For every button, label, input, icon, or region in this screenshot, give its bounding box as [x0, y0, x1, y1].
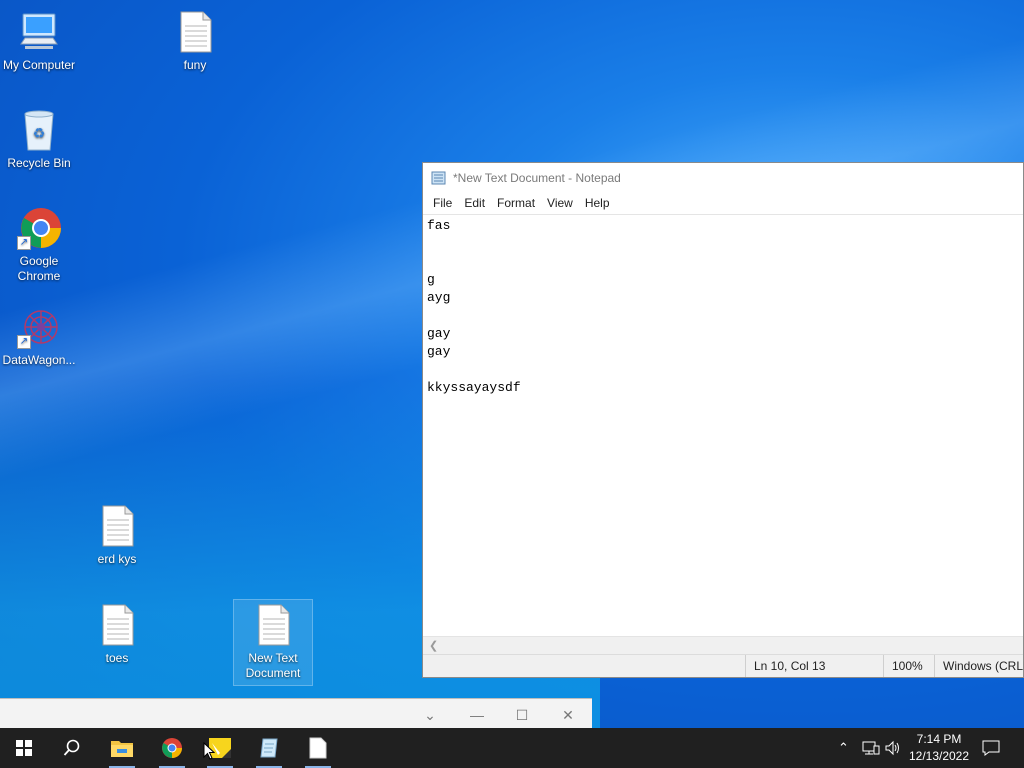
text-file-icon	[309, 737, 327, 759]
menu-file[interactable]: File	[427, 196, 458, 210]
desktop-icon-new-text-document[interactable]: New Text Document	[233, 599, 313, 686]
desktop-icon-toes[interactable]: toes	[78, 603, 156, 666]
menu-edit[interactable]: Edit	[458, 196, 491, 210]
minimize-icon[interactable]: —	[465, 706, 489, 724]
notepad-menu-bar: File Edit Format View Help	[423, 192, 1023, 214]
action-center-button[interactable]	[982, 728, 1000, 768]
desktop-icon-label: New Text Document	[245, 651, 301, 680]
desktop-icon-label: Google Chrome	[17, 254, 61, 283]
svg-text:♻: ♻	[33, 125, 46, 141]
taskbar-file-explorer[interactable]	[99, 728, 145, 768]
search-icon	[63, 739, 80, 756]
notepad-status-bar: Ln 10, Col 13 100% Windows (CRLF	[423, 654, 1024, 677]
menu-view[interactable]: View	[541, 196, 579, 210]
notification-icon	[982, 740, 1000, 756]
recycle-bin-icon: ♻	[17, 108, 61, 152]
taskbar: ⌃ 7:14 PM 12/13/2022	[0, 728, 1024, 768]
text-file-icon	[95, 504, 139, 548]
notepad-title: *New Text Document - Notepad	[453, 170, 621, 185]
shortcut-arrow-icon: ↗	[17, 335, 31, 349]
desktop-icon-my-computer[interactable]: My Computer	[0, 10, 78, 73]
start-icon	[16, 740, 32, 756]
scroll-left-icon[interactable]: ❮	[429, 639, 438, 652]
menu-format[interactable]: Format	[491, 196, 541, 210]
taskbar-clock[interactable]: 7:14 PM 12/13/2022	[902, 731, 976, 765]
desktop-icon-label: erd kys	[97, 552, 137, 566]
desktop-icon-label: Recycle Bin	[7, 156, 71, 170]
desktop-icon-label: DataWagon...	[2, 353, 76, 367]
file-explorer-icon	[111, 741, 133, 757]
desktop-icon-datawagon[interactable]: ↗ DataWagon...	[0, 305, 78, 368]
taskbar-chrome[interactable]	[149, 728, 195, 768]
desktop-icon-label: My Computer	[2, 58, 76, 72]
desktop-icon-funy[interactable]: funy	[156, 10, 234, 73]
search-button[interactable]	[49, 728, 95, 768]
text-file-icon	[251, 603, 295, 647]
chevron-down-icon[interactable]: ⌄	[418, 706, 442, 724]
desktop-icon-label: funy	[183, 58, 207, 72]
volume-button[interactable]	[884, 728, 902, 768]
datawagon-icon: ↗	[17, 305, 61, 349]
chrome-icon: ↗	[17, 206, 61, 250]
notepad-title-bar[interactable]: *New Text Document - Notepad	[423, 163, 1023, 192]
background-window-titlebar[interactable]: ⌄ — ☐ ✕	[0, 698, 592, 730]
notepad-window[interactable]: *New Text Document - Notepad File Edit F…	[422, 162, 1024, 678]
clock-time: 7:14 PM	[916, 732, 962, 746]
desktop-icon-google-chrome[interactable]: ↗ Google Chrome	[0, 206, 78, 284]
network-button[interactable]	[862, 728, 880, 768]
notepad-icon	[260, 738, 278, 758]
taskbar-text-file[interactable]	[295, 728, 341, 768]
mouse-cursor-icon	[203, 742, 215, 760]
network-icon	[862, 741, 880, 755]
desktop-icon-erd-kys[interactable]: erd kys	[78, 504, 156, 567]
text-file-icon	[173, 10, 217, 54]
notepad-text-area[interactable]: fas g ayg gay gay kkyssayaysdf	[423, 214, 1023, 637]
chrome-icon	[162, 738, 182, 758]
speaker-icon	[885, 740, 899, 756]
status-encoding: Windows (CRLF	[934, 655, 1024, 677]
desktop-icon-label: toes	[105, 651, 129, 665]
taskbar-notepad[interactable]	[246, 728, 292, 768]
menu-help[interactable]: Help	[579, 196, 616, 210]
computer-icon	[17, 10, 61, 54]
maximize-icon[interactable]: ☐	[510, 706, 534, 724]
text-file-icon	[95, 603, 139, 647]
chevron-up-icon: ⌃	[838, 740, 849, 755]
status-cursor-position: Ln 10, Col 13	[745, 655, 884, 677]
shortcut-arrow-icon: ↗	[17, 236, 31, 250]
clock-date: 12/13/2022	[908, 749, 970, 763]
close-icon[interactable]: ✕	[556, 706, 580, 724]
start-button[interactable]	[1, 728, 47, 768]
show-hidden-icons-button[interactable]: ⌃	[838, 728, 849, 768]
desktop-icon-recycle-bin[interactable]: ♻ Recycle Bin	[0, 108, 78, 171]
notepad-icon	[431, 171, 446, 184]
horizontal-scrollbar[interactable]: ❮	[423, 636, 1023, 655]
